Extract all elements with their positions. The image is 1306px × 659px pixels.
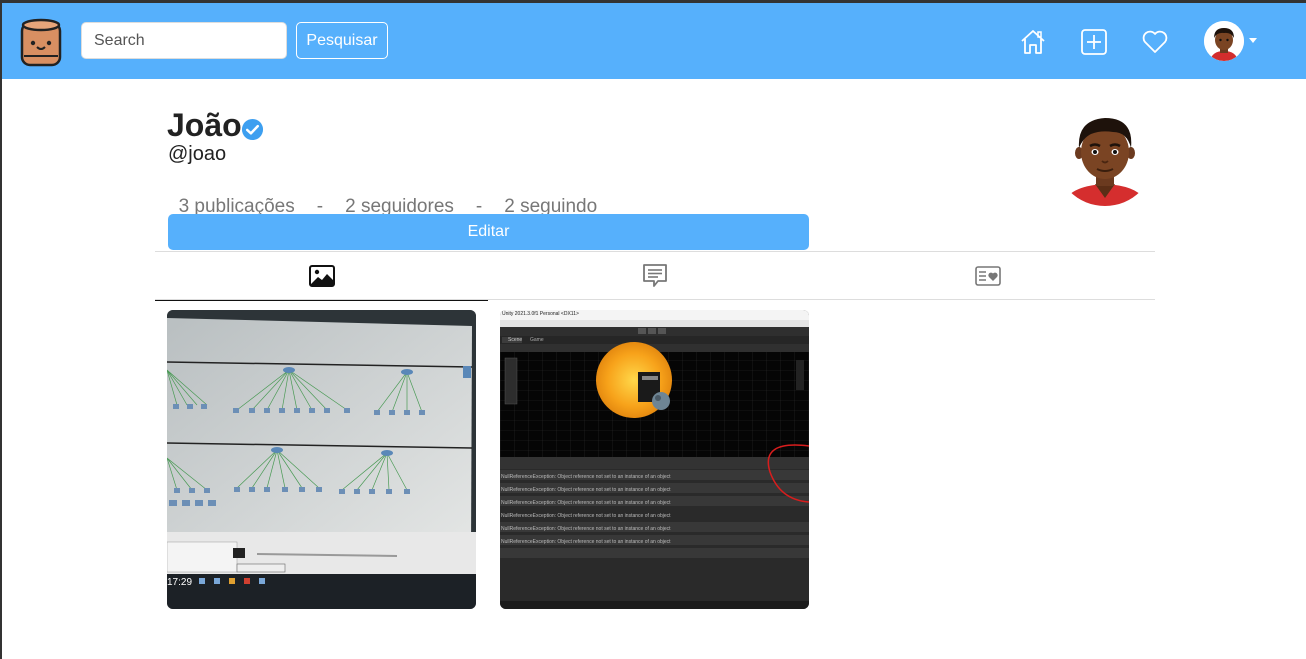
add-post-icon[interactable]: [1080, 28, 1108, 56]
tab-comments[interactable]: [488, 252, 821, 299]
profile-stats: 3 publicações -2 seguidores -2 seguindo: [168, 174, 598, 218]
top-navbar: Pesquisar: [2, 3, 1306, 79]
edit-profile-button[interactable]: Editar: [168, 214, 809, 250]
liked-list-icon: [974, 265, 1001, 286]
avatar[interactable]: [1204, 21, 1244, 61]
editor-scene-tab: Scene: [508, 337, 523, 343]
editor-console: NullReferenceException: Object reference…: [501, 471, 806, 549]
profile-tabs: [155, 252, 1155, 301]
image-icon: [308, 264, 335, 287]
tab-posts[interactable]: [155, 252, 488, 301]
editor-screenshot: [500, 310, 809, 609]
profile-handle: @joao: [168, 143, 227, 165]
console-line: NullReferenceException: Object reference…: [501, 474, 671, 480]
profile-avatar: [1055, 106, 1155, 206]
tab-liked[interactable]: [821, 252, 1154, 299]
heart-icon[interactable]: [1141, 28, 1169, 56]
barrel-face-logo[interactable]: [20, 18, 62, 68]
home-icon[interactable]: [1019, 28, 1047, 56]
divider: [155, 299, 1155, 300]
console-line: NullReferenceException: Object reference…: [501, 513, 671, 519]
console-line: NullReferenceException: Object reference…: [501, 500, 671, 506]
post-thumbnail[interactable]: Unity 2021.3.0f1 Personal <DX11> Scene G…: [500, 310, 809, 609]
network-diagram-photo: [167, 310, 476, 609]
editor-window-title: Unity 2021.3.0f1 Personal <DX11>: [502, 311, 579, 317]
search-input[interactable]: [81, 22, 287, 59]
caret-down-icon[interactable]: [1249, 38, 1257, 43]
console-line: NullReferenceException: Object reference…: [501, 526, 671, 532]
comment-icon: [642, 263, 667, 287]
console-line: NullReferenceException: Object reference…: [501, 539, 671, 545]
post-thumbnail[interactable]: 17:29: [167, 310, 476, 609]
verified-badge-icon: [241, 118, 264, 141]
editor-game-tab: Game: [530, 337, 544, 343]
profile-name: João: [167, 107, 242, 143]
photo-time-overlay: 17:29: [167, 577, 193, 588]
console-line: NullReferenceException: Object reference…: [501, 487, 671, 493]
search-button[interactable]: Pesquisar: [296, 22, 388, 59]
